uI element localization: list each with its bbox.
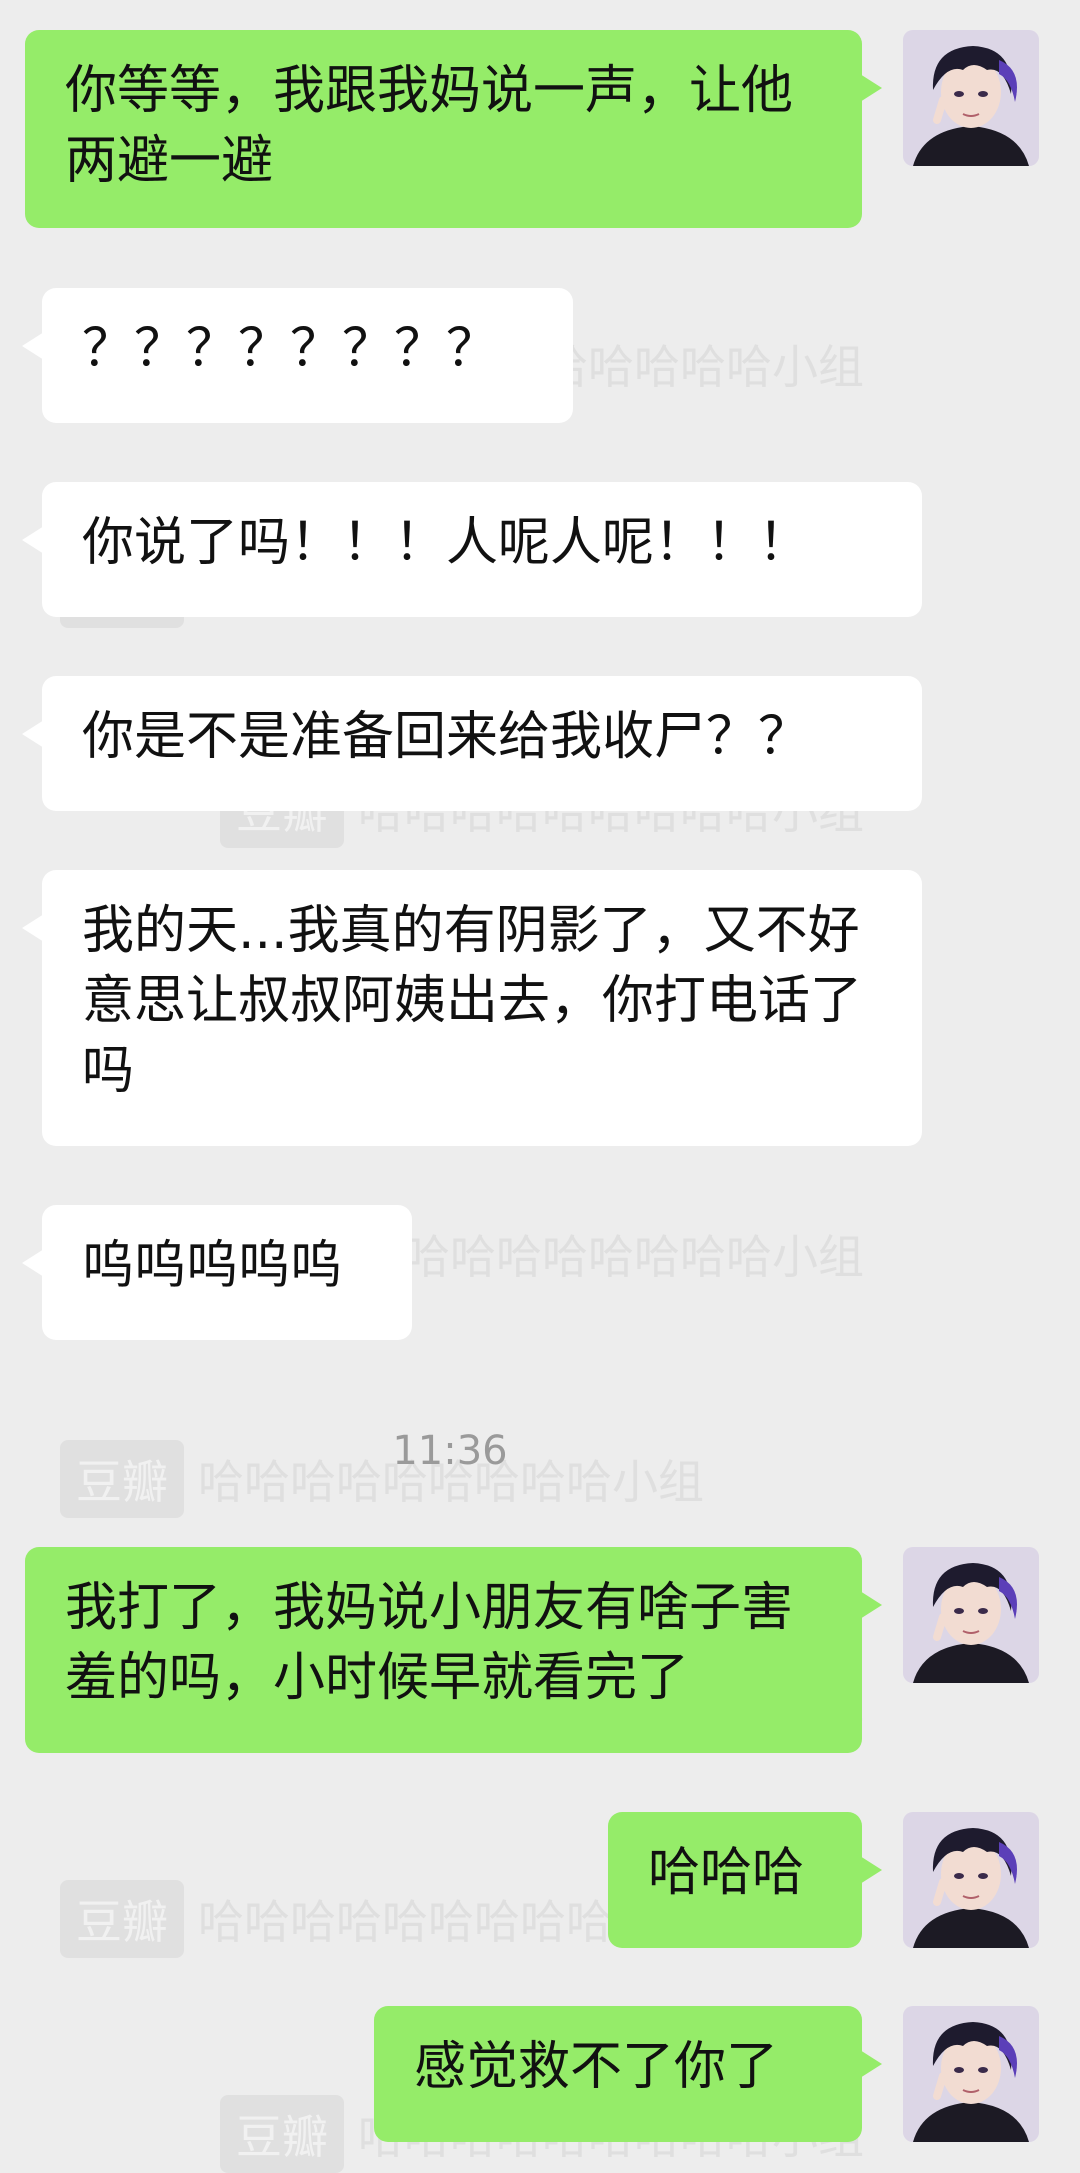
message-bubble-incoming[interactable]: 呜呜呜呜呜 xyxy=(22,1205,412,1340)
message-text: 感觉救不了你了 xyxy=(414,2037,779,2097)
message-bubble-outgoing[interactable]: 我打了，我妈说小朋友有啥子害羞的吗，小时候早就看完了 xyxy=(25,1547,882,1753)
message-text: 你等等，我跟我妈说一声，让他两避一避 xyxy=(65,61,794,191)
message-text: 呜呜呜呜呜 xyxy=(82,1236,343,1296)
avatar[interactable] xyxy=(903,1812,1039,1948)
message-text: ？？？？？？？？ xyxy=(82,319,499,379)
message-bubble-incoming[interactable]: 你说了吗！！！人呢人呢！！！ xyxy=(22,482,922,617)
message-bubble-incoming[interactable]: 你是不是准备回来给我收尸？？ xyxy=(22,676,922,811)
message-bubble-outgoing[interactable]: 哈哈哈 xyxy=(608,1812,882,1948)
message-text: 你说了吗！！！人呢人呢！！！ xyxy=(82,513,811,573)
avatar[interactable] xyxy=(903,2006,1039,2142)
message-bubble-outgoing[interactable]: 感觉救不了你了 xyxy=(374,2006,882,2142)
message-text: 哈哈哈 xyxy=(648,1843,805,1903)
avatar-anime-boy-icon xyxy=(903,30,1039,166)
message-timestamp: 11:36 xyxy=(392,1428,508,1474)
avatar-anime-boy-icon xyxy=(903,2006,1039,2142)
watermark-group: 哈哈哈哈哈哈哈哈哈小组 xyxy=(358,1230,864,1284)
avatar-anime-boy-icon xyxy=(903,1812,1039,1948)
watermark-brand: 豆瓣 xyxy=(60,1880,184,1958)
message-bubble-outgoing[interactable]: 你等等，我跟我妈说一声，让他两避一避 xyxy=(25,30,882,228)
message-bubble-incoming[interactable]: 我的天...我真的有阴影了，又不好意思让叔叔阿姨出去，你打电话了吗 xyxy=(22,870,922,1146)
message-text: 我的天...我真的有阴影了，又不好意思让叔叔阿姨出去，你打电话了吗 xyxy=(82,901,863,1101)
avatar[interactable] xyxy=(903,1547,1039,1683)
message-text: 我打了，我妈说小朋友有啥子害羞的吗，小时候早就看完了 xyxy=(65,1578,794,1708)
message-bubble-incoming[interactable]: ？？？？？？？？ xyxy=(22,288,573,423)
watermark-brand: 豆瓣 xyxy=(220,2095,344,2173)
avatar-anime-boy-icon xyxy=(903,1547,1039,1683)
chat-view: 豆瓣 哈哈哈哈哈哈哈哈哈小组 豆瓣 哈哈哈哈哈哈哈哈哈小组 豆瓣 哈哈哈哈哈哈哈… xyxy=(0,0,1080,2173)
avatar[interactable] xyxy=(903,30,1039,166)
message-text: 你是不是准备回来给我收尸？？ xyxy=(82,707,811,767)
